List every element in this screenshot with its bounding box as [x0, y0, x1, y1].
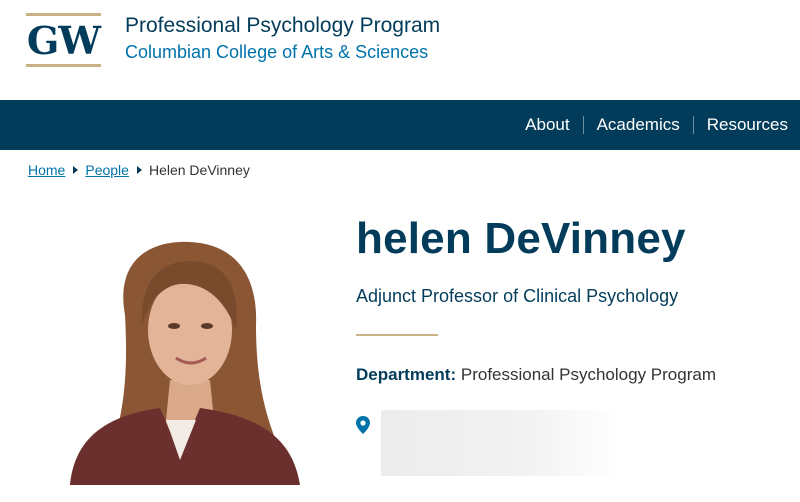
breadcrumb-people-link[interactable]: People [85, 162, 129, 178]
department-line: Department: Professional Psychology Prog… [356, 365, 716, 385]
college-title[interactable]: Columbian College of Arts & Sciences [125, 42, 428, 63]
redacted-address [381, 410, 621, 476]
gold-divider [356, 334, 438, 336]
main-nav: About Academics Resources [0, 100, 800, 150]
logo-top-bar [26, 13, 101, 16]
profile-photo [30, 220, 325, 485]
person-role: Adjunct Professor of Clinical Psychology [356, 286, 679, 306]
caret-right-icon [73, 166, 79, 174]
nav-separator [582, 116, 584, 134]
breadcrumb-home-link[interactable]: Home [28, 162, 65, 178]
caret-right-icon [136, 166, 142, 174]
site-header: GW Professional Psychology Program Colum… [0, 0, 800, 100]
logo-bottom-bar [26, 64, 101, 67]
nav-list: About Academics Resources [525, 100, 788, 150]
department-label: Department: [356, 365, 457, 384]
nav-item-about[interactable]: About [525, 115, 569, 135]
profile-photo-illustration [70, 241, 300, 485]
gw-logo[interactable]: GW [26, 13, 101, 69]
breadcrumb: Home People Helen DeVinney [28, 162, 250, 178]
breadcrumb-current: Helen DeVinney [148, 162, 250, 178]
program-title[interactable]: Professional Psychology Program [125, 14, 440, 38]
nav-item-resources[interactable]: Resources [707, 115, 788, 135]
nav-separator [692, 116, 694, 134]
logo-text: GW [26, 18, 101, 63]
map-pin-icon [356, 416, 370, 434]
person-name: helen DeVinney [356, 214, 686, 263]
nav-item-academics[interactable]: Academics [597, 115, 680, 135]
department-value: Professional Psychology Program [460, 365, 716, 384]
